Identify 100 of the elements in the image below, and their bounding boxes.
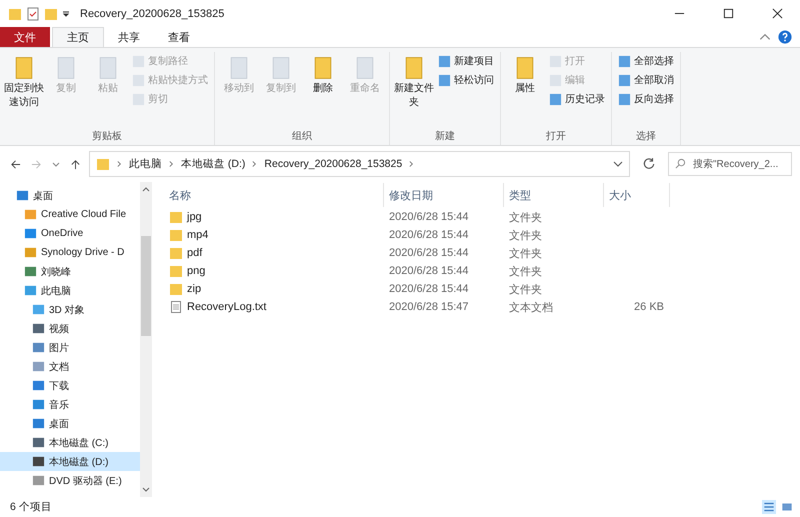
- scrollbar-thumb[interactable]: [141, 236, 151, 336]
- ribbon-button[interactable]: 新建文件夹: [394, 52, 434, 129]
- chevron-icon[interactable]: [252, 160, 258, 168]
- ribbon-button[interactable]: 删除: [303, 52, 343, 129]
- close-icon[interactable]: [772, 8, 783, 19]
- back-icon[interactable]: [10, 158, 21, 170]
- command-icon: [549, 74, 562, 86]
- up-icon[interactable]: [70, 158, 81, 170]
- ribbon-button[interactable]: 属性: [505, 52, 545, 129]
- nav-item[interactable]: 文档: [0, 357, 140, 376]
- nav-icon: [32, 474, 45, 487]
- nav-item[interactable]: Synology Drive - D: [0, 243, 140, 262]
- window-title: Recovery_20200628_153825: [80, 8, 224, 20]
- table-cell-text: 2020/6/28 15:44: [388, 247, 470, 259]
- nav-item[interactable]: DVD 驱动器 (E:): [0, 471, 140, 490]
- table-cell-text: 2020/6/28 15:44: [388, 229, 470, 241]
- nav-item[interactable]: 视频: [0, 319, 140, 338]
- command-icon: [618, 92, 631, 106]
- maximize-icon[interactable]: [723, 8, 734, 19]
- folder-icon: [169, 246, 183, 260]
- file-name[interactable]: pdf: [187, 247, 202, 259]
- nav-item[interactable]: 桌面: [0, 186, 140, 205]
- nav-item[interactable]: 音乐: [0, 395, 140, 414]
- ribbon-button[interactable]: 全部选择: [616, 52, 676, 70]
- folder-icon: [169, 264, 183, 278]
- column-header[interactable]: 名称: [164, 183, 384, 207]
- file-name[interactable]: jpg: [187, 211, 202, 223]
- ribbon-button[interactable]: 反向选择: [616, 90, 676, 108]
- nav-icon: [32, 379, 45, 392]
- command-icon: [549, 54, 562, 68]
- file-name[interactable]: RecoveryLog.txt: [187, 301, 266, 313]
- nav-icon: [24, 227, 37, 240]
- dropdown-icon[interactable]: [62, 10, 70, 18]
- ribbon-tab[interactable]: 查看: [154, 27, 204, 47]
- table-cell-text: 2020/6/28 15:44: [388, 211, 470, 223]
- folder-icon: [169, 282, 183, 296]
- nav-icon: [32, 322, 45, 335]
- nav-item[interactable]: 下载: [0, 376, 140, 395]
- ribbon-tab[interactable]: 主页: [52, 27, 104, 47]
- table-cell-text: 文本文档: [508, 300, 554, 314]
- breadcrumb[interactable]: Recovery_20200628_153825: [264, 158, 402, 170]
- nav-item[interactable]: 桌面: [0, 414, 140, 433]
- command-icon: [132, 74, 145, 86]
- ribbon-button[interactable]: 全部取消: [616, 71, 676, 89]
- ribbon-button[interactable]: 历史记录: [547, 90, 607, 108]
- nav-item[interactable]: 刘晓峰: [0, 262, 140, 281]
- search-field[interactable]: 搜索"Recovery_2...: [668, 152, 792, 176]
- nav-icon: [32, 341, 45, 354]
- scroll-down-icon[interactable]: [142, 487, 150, 493]
- ribbon-button[interactable]: 轻松访问: [436, 71, 496, 89]
- command-icon: [438, 54, 451, 68]
- address-bar[interactable]: 此电脑 本地磁盘 (D:) Recovery_20200628_153825: [89, 151, 630, 177]
- nav-item[interactable]: 本地磁盘 (C:): [0, 433, 140, 452]
- nav-icon: [24, 265, 37, 278]
- column-header[interactable]: 大小: [604, 183, 670, 207]
- recent-icon[interactable]: [52, 160, 60, 168]
- file-name[interactable]: zip: [187, 283, 202, 295]
- help-icon[interactable]: [778, 30, 792, 44]
- table-cell-text: 2020/6/28 15:47: [388, 301, 470, 313]
- nav-icon: [32, 398, 45, 411]
- group-label: 打开: [545, 130, 567, 144]
- group-label: 选择: [635, 130, 657, 144]
- breadcrumb[interactable]: 本地磁盘 (D:): [181, 157, 246, 171]
- properties-icon[interactable]: [26, 6, 40, 20]
- ribbon-button[interactable]: 新建项目: [436, 52, 496, 70]
- table-cell-text: 文件夹: [508, 264, 543, 278]
- refresh-icon[interactable]: [642, 157, 656, 171]
- command-icon: [618, 74, 631, 86]
- nav-item[interactable]: 本地磁盘 (D:): [0, 452, 140, 471]
- column-header[interactable]: 类型: [504, 183, 604, 207]
- nav-item[interactable]: 图片: [0, 338, 140, 357]
- column-header[interactable]: 修改日期: [384, 183, 504, 207]
- table-cell-text: 2020/6/28 15:44: [388, 265, 470, 277]
- nav-icon: [32, 360, 45, 373]
- details-view-icon[interactable]: [762, 500, 776, 514]
- ribbon-button[interactable]: 固定到快速访问: [4, 52, 44, 129]
- nav-item[interactable]: 3D 对象: [0, 300, 140, 319]
- ribbon-tab[interactable]: 共享: [104, 27, 154, 47]
- scroll-up-icon[interactable]: [142, 186, 150, 192]
- group-label: 组织: [291, 130, 313, 144]
- chevron-icon[interactable]: [169, 160, 174, 168]
- file-name[interactable]: mp4: [187, 229, 208, 241]
- nav-icon: [32, 303, 45, 316]
- table-cell-text: 文件夹: [508, 282, 543, 296]
- ribbon-tab[interactable]: 文件: [0, 27, 50, 47]
- chevron-icon[interactable]: [117, 160, 122, 168]
- folder-icon: [169, 210, 183, 224]
- dropdown-icon[interactable]: [613, 160, 623, 168]
- nav-icon: [24, 284, 37, 297]
- nav-item[interactable]: 此电脑: [0, 281, 140, 300]
- chevron-icon[interactable]: [409, 160, 414, 168]
- group-label: 新建: [434, 130, 456, 144]
- file-name[interactable]: png: [187, 265, 206, 277]
- folder-icon: [8, 6, 22, 20]
- item-count: 6 个项目: [10, 500, 52, 514]
- nav-icon: [32, 455, 45, 468]
- nav-item[interactable]: OneDrive: [0, 224, 140, 243]
- nav-item[interactable]: Creative Cloud File: [0, 205, 140, 224]
- command-icon: [618, 54, 631, 68]
- breadcrumb[interactable]: 此电脑: [129, 157, 162, 171]
